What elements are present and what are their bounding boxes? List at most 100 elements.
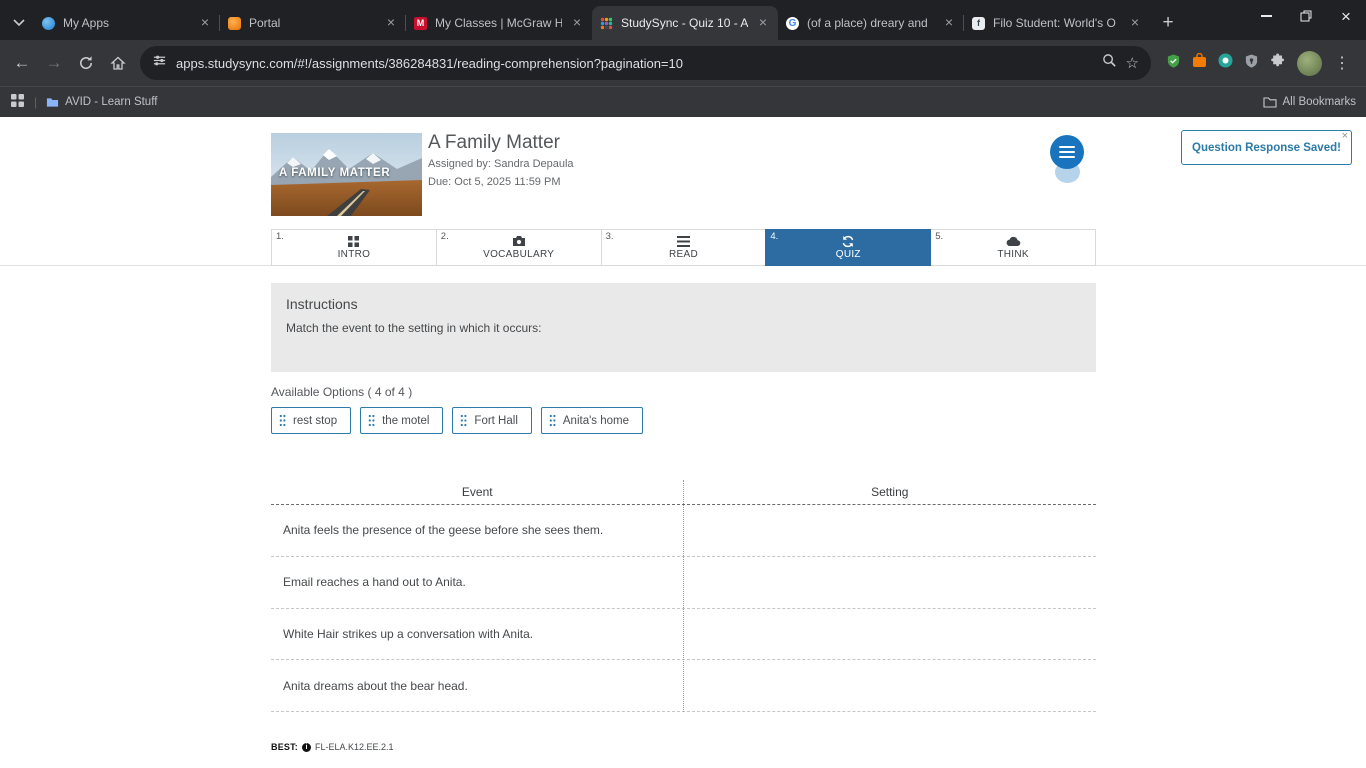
step-number: 1. [276,231,284,242]
tab-portal[interactable]: Portal × [219,6,406,40]
step-intro[interactable]: 1. INTRO [271,229,437,266]
drag-handle-icon [279,414,286,427]
option-chip[interactable]: the motel [360,407,444,434]
step-read[interactable]: 3. READ [600,229,767,266]
minimize-button[interactable] [1246,0,1286,32]
option-chips: rest stop the motel Fort Hall Anita's ho… [271,407,643,434]
tab-label: My Classes | McGraw Hill [435,16,562,30]
assignment-thumbnail: A FAMILY MATTER [271,133,422,216]
drag-handle-icon [461,414,467,427]
bookmark-label: AVID - Learn Stuff [65,96,158,108]
due-date-text: Due: Oct 5, 2025 11:59 PM [428,176,561,188]
step-think[interactable]: 5. THINK [930,229,1096,266]
option-chip[interactable]: Fort Hall [452,407,532,434]
tab-filo[interactable]: f Filo Student: World's O × [963,6,1150,40]
assignment-title: A Family Matter [428,132,560,153]
privacy-shield-icon[interactable] [1244,53,1259,74]
bookmarks-bar: | AVID - Learn Stuff All Bookmarks [0,86,1366,117]
browser-menu-icon[interactable]: ⋮ [1333,53,1351,73]
assigned-by-text: Assigned by: Sandra Depaula [428,158,574,170]
hamburger-menu-icon[interactable] [1050,135,1084,169]
notification-close-icon[interactable]: × [1342,130,1348,142]
studysync-favicon [599,16,614,31]
new-tab-button[interactable]: + [1154,9,1182,37]
menu-lines-icon [676,234,690,248]
step-number: 5. [935,231,944,242]
address-bar[interactable]: apps.studysync.com/#!/assignments/386284… [140,46,1151,80]
step-label: INTRO [337,249,371,260]
profile-avatar[interactable] [1297,50,1322,76]
step-label: QUIZ [835,249,861,260]
tab-label: StudySync - Quiz 10 - A [621,16,748,30]
option-chip[interactable]: Anita's home [540,407,643,434]
saved-notification: Question Response Saved! × [1181,130,1352,165]
best-label: BEST: [271,742,299,752]
option-chip[interactable]: rest stop [271,407,352,434]
tab-google-search[interactable]: G (of a place) dreary and × [778,6,964,40]
tab-strip: My Apps × Portal × M My Classes | McGraw… [0,0,1366,40]
setting-column-header: Setting [871,485,909,499]
event-column-header: Event [461,485,493,499]
tab-my-classes[interactable]: M My Classes | McGraw Hill × [405,6,592,40]
option-chip-label: the motel [382,414,430,427]
restore-button[interactable] [1286,0,1326,32]
step-quiz[interactable]: 4. QUIZ [765,229,932,266]
column-divider [683,480,684,712]
reload-button[interactable] [70,47,102,79]
adblock-shield-icon[interactable] [1166,53,1181,74]
standard-code: FL-ELA.K12.EE.2.1 [315,742,394,752]
side-panel-grid-icon[interactable] [10,93,25,111]
setting-drop-zone[interactable] [684,660,1097,711]
tab-my-apps[interactable]: My Apps × [34,6,220,40]
tab-search-icon[interactable] [4,6,34,40]
instructions-text: Match the event to the setting in which … [286,321,542,335]
lesson-steps: 1. INTRO 2. VOCABULARY 3. READ 4. QUIZ 5… [271,229,1096,266]
zoom-icon[interactable] [1102,53,1117,73]
tab-close-icon[interactable]: × [1127,15,1143,31]
back-button[interactable]: ← [6,47,38,79]
folder-icon [1262,96,1277,108]
bookmark-avid[interactable]: AVID - Learn Stuff [46,96,157,108]
bookmark-star-icon[interactable]: ☆ [1126,54,1139,72]
refresh-icon [841,234,855,248]
shopping-extension-icon[interactable] [1192,52,1207,73]
step-label: THINK [997,249,1029,260]
all-bookmarks-button[interactable]: All Bookmarks [1262,96,1356,108]
forward-button[interactable]: → [38,47,70,79]
tab-close-icon[interactable]: × [569,15,585,31]
saved-notification-text: Question Response Saved! [1192,141,1341,154]
info-icon[interactable]: i [302,742,312,752]
bookmarks-divider: | [34,95,38,109]
url-text[interactable]: apps.studysync.com/#!/assignments/386284… [176,56,1093,71]
teal-extension-icon[interactable] [1218,53,1233,73]
setting-drop-zone[interactable] [684,557,1097,608]
close-window-button[interactable]: × [1326,0,1366,32]
setting-drop-zone[interactable] [684,505,1097,556]
drag-handle-icon [549,414,556,427]
my-apps-favicon [41,16,56,31]
tab-studysync-active[interactable]: StudySync - Quiz 10 - A × [592,6,778,40]
site-info-icon[interactable] [152,53,167,73]
standards-footer: BEST: i FL-ELA.K12.EE.2.1 [271,742,394,752]
step-number: 3. [605,231,614,242]
tab-close-icon[interactable]: × [197,15,213,31]
tab-close-icon[interactable]: × [941,15,957,31]
extensions-puzzle-icon[interactable] [1270,53,1286,74]
browser-toolbar: ← → apps.studysync.com/#!/assignments/38… [0,40,1366,86]
option-chip-label: Anita's home [562,414,629,427]
intro-icon [347,234,360,248]
tab-label: My Apps [63,16,110,30]
event-text: Email reaches a hand out to Anita. [283,575,466,590]
tab-label: Filo Student: World's O [993,16,1116,30]
step-vocabulary[interactable]: 2. VOCABULARY [435,229,602,266]
step-number: 4. [770,231,779,242]
home-button[interactable] [102,47,134,79]
menu-audio-button[interactable] [1050,135,1084,185]
instructions-box: Instructions Match the event to the sett… [271,283,1096,372]
tab-close-icon[interactable]: × [383,15,399,31]
instructions-title: Instructions [286,296,358,312]
tab-close-icon[interactable]: × [755,15,771,31]
setting-drop-zone[interactable] [684,609,1097,660]
matching-table: Event Setting Anita feels the presence o… [271,480,1096,712]
option-chip-label: rest stop [293,414,338,427]
